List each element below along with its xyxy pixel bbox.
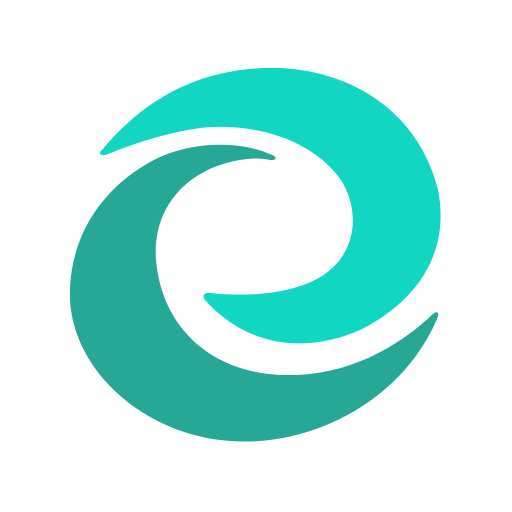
swirl-logo-icon xyxy=(69,67,441,442)
logo-canvas xyxy=(0,0,512,512)
